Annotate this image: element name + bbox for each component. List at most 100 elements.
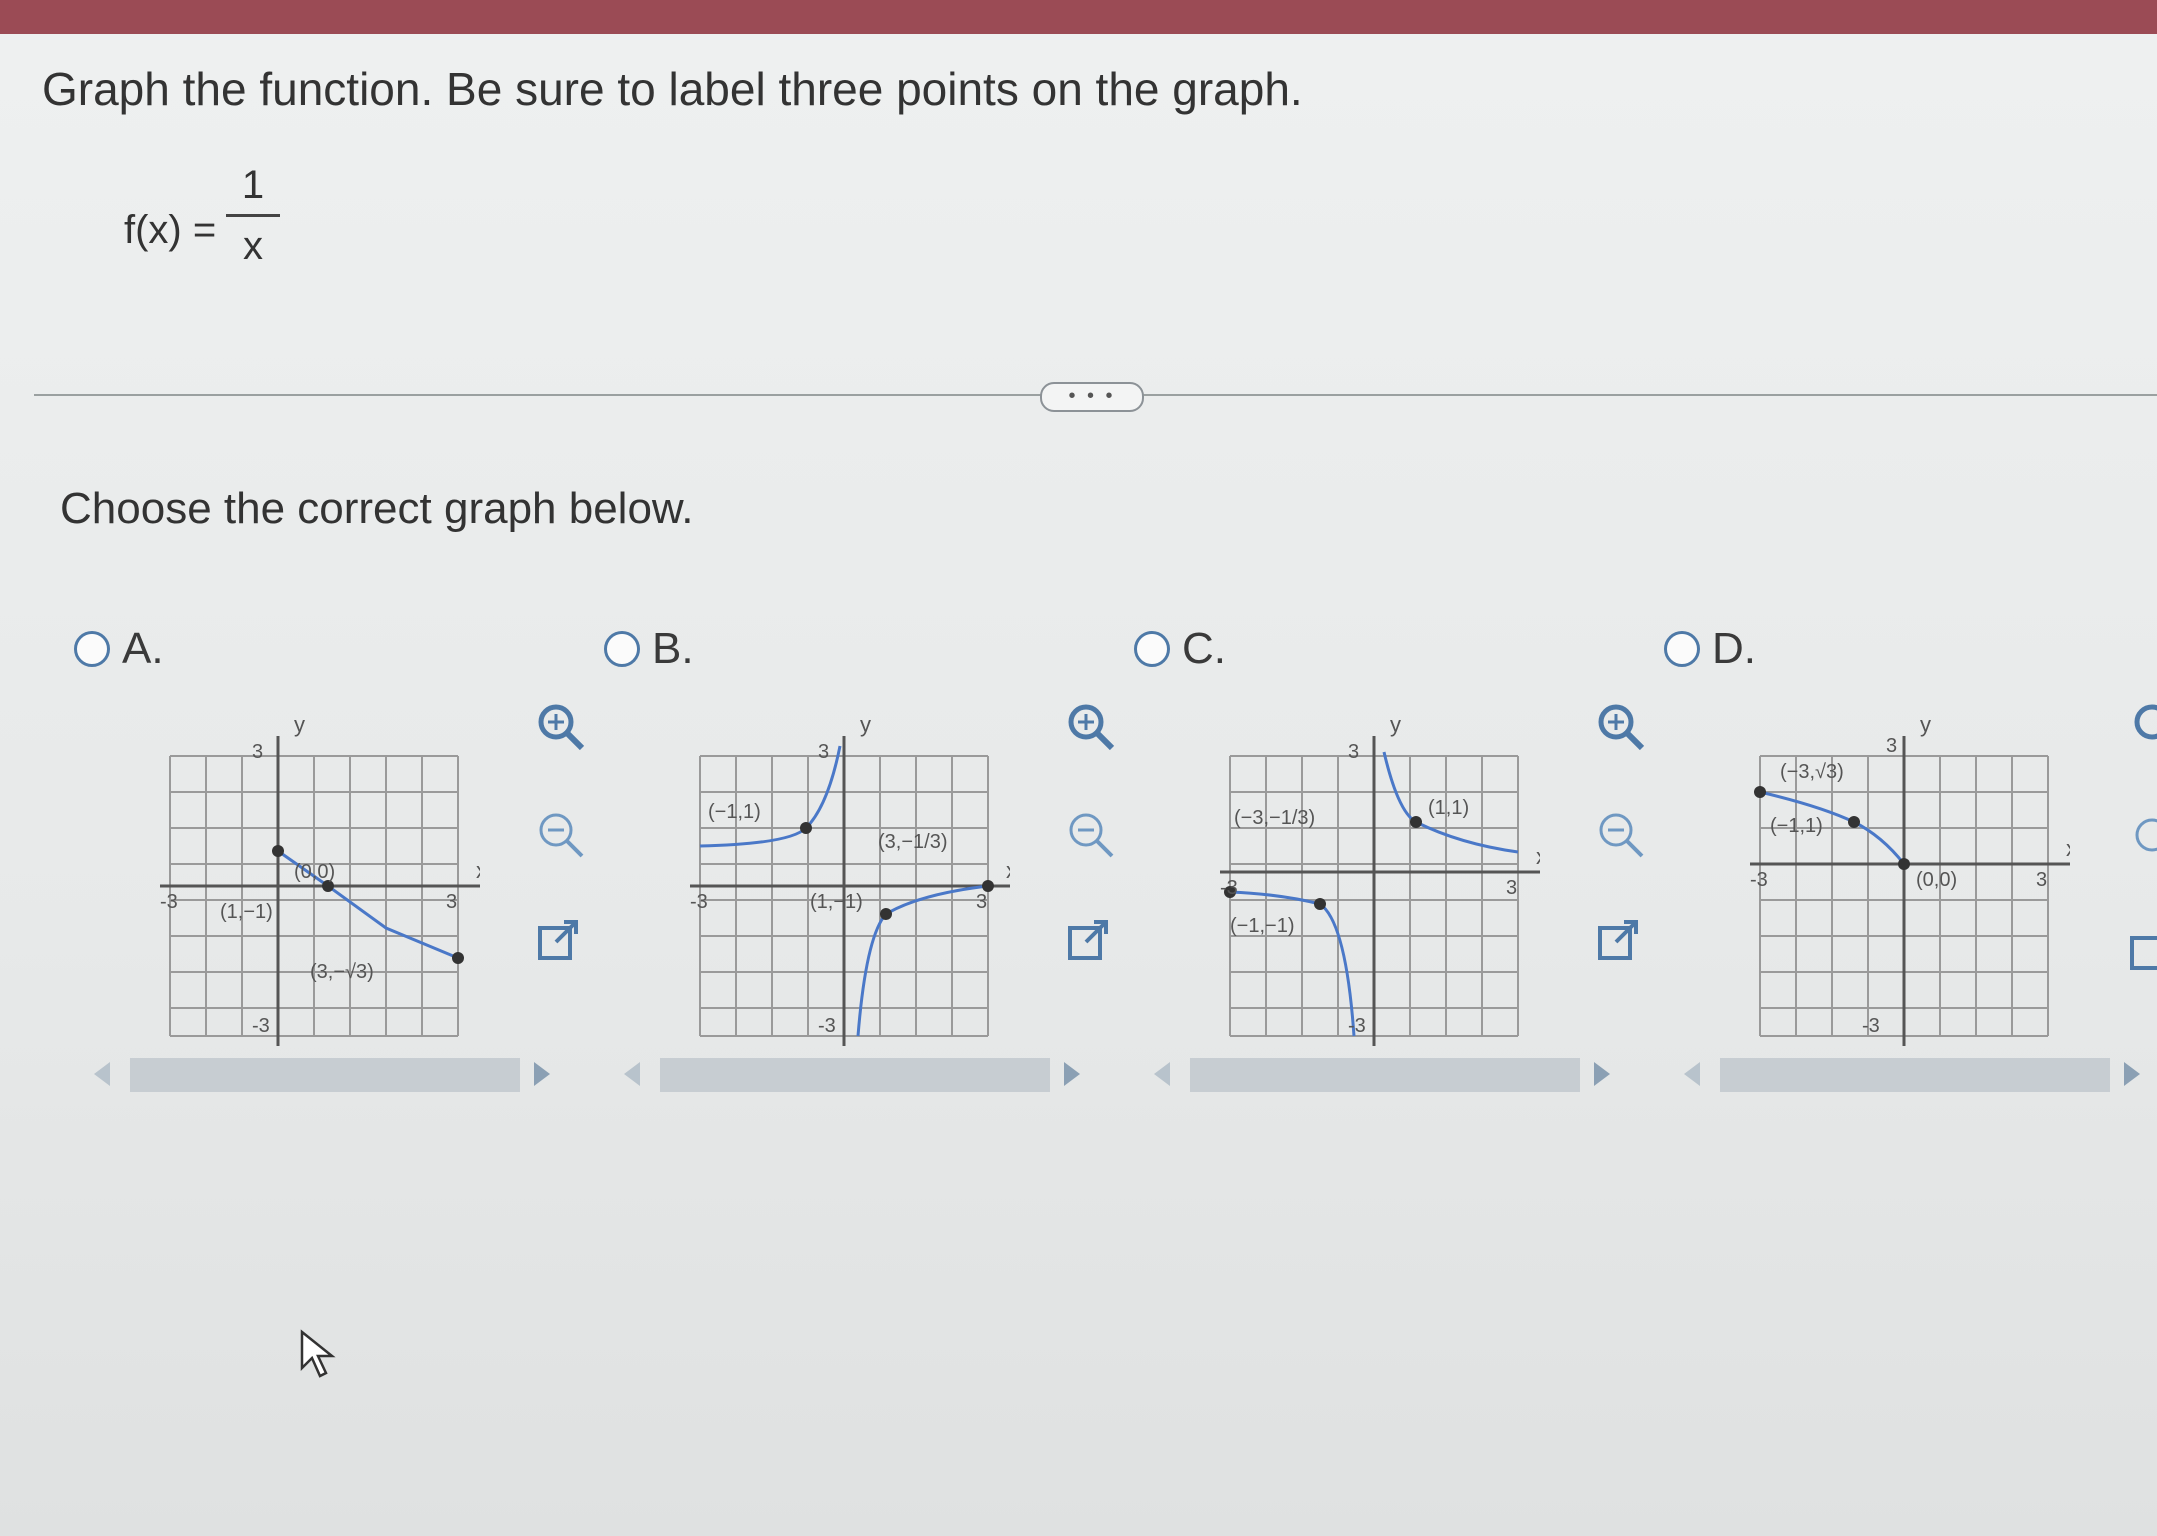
zoom-out-icon[interactable] (534, 808, 588, 862)
tick-ymax: 3 (252, 741, 263, 763)
point-label-a-2: (1,−1) (220, 901, 273, 923)
tick-xmin: -3 (1750, 869, 1768, 891)
tick-xmin: -3 (1220, 877, 1238, 899)
point-label-b-3: (3,−1/3) (878, 831, 947, 853)
scroll-left-arrow[interactable] (1684, 1062, 1700, 1086)
top-bar (0, 0, 2157, 34)
point-b-2 (880, 908, 892, 920)
zoom-in-icon[interactable] (1064, 700, 1118, 754)
point-d-2 (1848, 816, 1860, 828)
point-label-a-3: (3,−√3) (310, 961, 374, 983)
point-label-b-2: (1,−1) (810, 891, 863, 913)
option-a: A. y x -3 3 3 -3 (0,0) (1,−1) (3,−√3) (60, 614, 585, 1154)
tick-ymax: 3 (1348, 741, 1359, 763)
open-new-window-icon[interactable] (1064, 916, 1114, 966)
tools-d-partial (2122, 700, 2157, 981)
tools-b (1064, 700, 1124, 1020)
tick-ymin: -3 (818, 1015, 836, 1037)
scrollbar-c[interactable] (1154, 1054, 1654, 1094)
zoom-in-icon[interactable] (534, 700, 588, 754)
scrollbar-d[interactable] (1684, 1054, 2157, 1094)
radio-d[interactable] (1664, 631, 1700, 667)
graph-d: y x -3 3 3 -3 (−3,√3) (−1,1) (0,0) (1750, 712, 2070, 1046)
scroll-track[interactable] (1720, 1058, 2110, 1092)
fraction-bar (226, 214, 280, 217)
tick-ymin: -3 (1862, 1015, 1880, 1037)
function-lhs: f(x) = (124, 208, 217, 252)
curve-b-right (856, 884, 989, 1037)
point-label-d-2: (−1,1) (1770, 815, 1823, 837)
open-new-window-icon[interactable] (1594, 916, 1644, 966)
scroll-left-arrow[interactable] (1154, 1062, 1170, 1086)
tick-xmax: 3 (446, 891, 457, 913)
x-axis-label: x (476, 858, 480, 883)
point-d-1 (1754, 786, 1766, 798)
option-a-label: A. (122, 624, 164, 673)
option-d-label: D. (1712, 624, 1756, 673)
option-b-label: B. (652, 624, 694, 673)
scroll-track[interactable] (130, 1058, 520, 1092)
tick-xmax: 3 (2036, 869, 2047, 891)
option-c-header[interactable]: C. (1134, 624, 1226, 674)
point-label-a-1: (0,0) (294, 861, 335, 883)
tools-c (1594, 700, 1654, 1020)
option-b-header[interactable]: B. (604, 624, 694, 674)
scroll-right-arrow[interactable] (1064, 1062, 1080, 1086)
point-c-3 (1314, 898, 1326, 910)
tick-xmax: 3 (976, 891, 987, 913)
option-b: B. y x -3 3 3 -3 (−1,1) (1,−1) (3,−1/3) (590, 614, 1115, 1154)
option-d-header[interactable]: D. (1664, 624, 1756, 674)
open-new-window-icon[interactable] (2122, 926, 2157, 976)
point-b-1 (800, 822, 812, 834)
point-label-c-2: (1,1) (1428, 797, 1469, 819)
mouse-cursor-icon (300, 1329, 336, 1378)
fraction-denominator: x (243, 224, 263, 268)
y-axis-label: y (294, 712, 305, 737)
point-label-d-3: (0,0) (1916, 869, 1957, 891)
option-a-header[interactable]: A. (74, 624, 164, 674)
point-label-b-1: (−1,1) (708, 801, 761, 823)
point-d-3 (1898, 858, 1910, 870)
y-axis-label: y (860, 712, 871, 737)
scrollbar-a[interactable] (94, 1054, 594, 1094)
y-axis-label: y (1390, 712, 1401, 737)
tick-ymin: -3 (1348, 1015, 1366, 1037)
graph-c: y x -3 3 3 -3 (−3,−1/3) (1,1) (−1,−1) (1220, 712, 1540, 1046)
point-label-d-1: (−3,√3) (1780, 761, 1844, 783)
tick-xmin: -3 (690, 891, 708, 913)
graph-a: y x -3 3 3 -3 (0,0) (1,−1) (3,−√3) (160, 712, 480, 1046)
point-a-1 (272, 845, 284, 857)
zoom-in-icon[interactable] (1594, 700, 1648, 754)
point-a-3 (452, 952, 464, 964)
curve-c-left (1229, 890, 1356, 1037)
zoom-out-icon[interactable] (1594, 808, 1648, 862)
scroll-right-arrow[interactable] (2124, 1062, 2140, 1086)
x-axis-label: x (1006, 858, 1010, 883)
radio-c[interactable] (1134, 631, 1170, 667)
radio-b[interactable] (604, 631, 640, 667)
option-c: C. y x -3 3 3 -3 (−3,−1/3) (1,1) (−1,−1) (1120, 614, 1645, 1154)
option-c-label: C. (1182, 624, 1226, 673)
x-axis-label: x (1536, 844, 1540, 869)
question-text: Graph the function. Be sure to label thr… (42, 63, 1303, 115)
scroll-left-arrow[interactable] (94, 1062, 110, 1086)
graph-b: y x -3 3 3 -3 (−1,1) (1,−1) (3,−1/3) (690, 712, 1010, 1046)
scroll-track[interactable] (660, 1058, 1050, 1092)
zoom-in-icon[interactable] (2122, 700, 2157, 754)
scrollbar-b[interactable] (624, 1054, 1124, 1094)
scroll-right-arrow[interactable] (534, 1062, 550, 1086)
point-label-c-3: (−1,−1) (1230, 915, 1294, 937)
scroll-right-arrow[interactable] (1594, 1062, 1610, 1086)
tick-xmin: -3 (160, 891, 178, 913)
tick-ymax: 3 (1886, 735, 1897, 757)
radio-a[interactable] (74, 631, 110, 667)
scroll-left-arrow[interactable] (624, 1062, 640, 1086)
point-c-2 (1410, 816, 1422, 828)
prompt-text: Choose the correct graph below. (60, 484, 694, 533)
scroll-track[interactable] (1190, 1058, 1580, 1092)
open-new-window-icon[interactable] (534, 916, 584, 966)
more-options-button[interactable]: • • • (1040, 382, 1144, 412)
zoom-out-icon[interactable] (2122, 813, 2157, 867)
tick-ymin: -3 (252, 1015, 270, 1037)
zoom-out-icon[interactable] (1064, 808, 1118, 862)
